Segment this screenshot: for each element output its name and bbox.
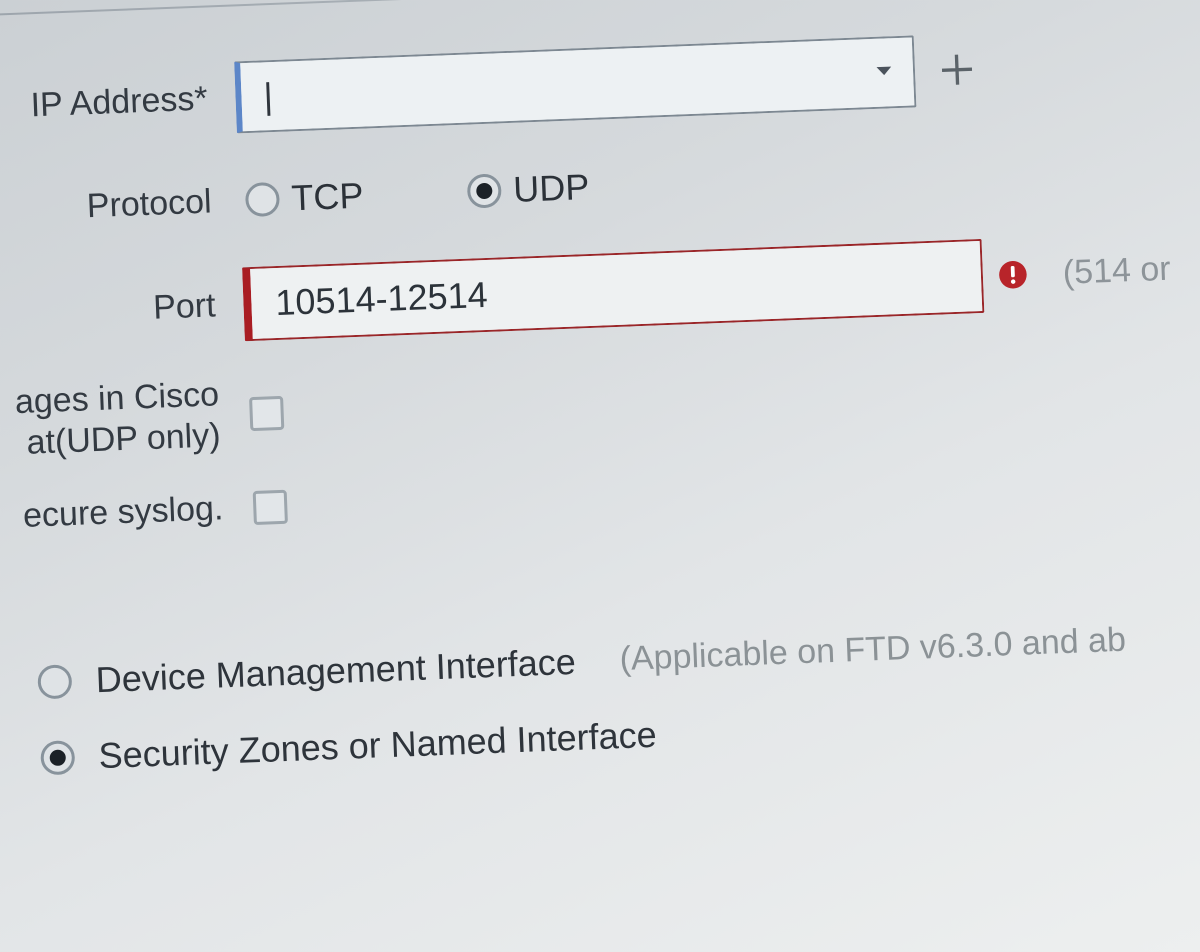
ip-address-value: | [263, 78, 268, 114]
protocol-radio-udp[interactable]: UDP [467, 166, 591, 213]
secure-syslog-checkbox[interactable] [253, 489, 288, 524]
radio-icon [467, 173, 502, 208]
ip-address-dropdown[interactable]: | [234, 35, 916, 133]
radio-icon [40, 740, 75, 775]
protocol-radio-tcp[interactable]: TCP [245, 175, 365, 221]
port-hint: (514 or [1062, 249, 1171, 292]
secure-syslog-label: ecure syslog. [0, 487, 252, 541]
ip-address-label: IP Address* [0, 77, 236, 131]
port-row: Port (514 or [0, 227, 1200, 355]
section-title: Server [0, 0, 1200, 4]
interface-selection: Device Management Interface (Applicable … [37, 612, 1200, 779]
divider [0, 0, 1200, 20]
cisco-format-label: ages in Cisco at(UDP only) [0, 373, 249, 468]
device-mgmt-label: Device Management Interface [95, 640, 577, 700]
device-mgmt-hint: (Applicable on FTD v6.3.0 and ab [619, 621, 1127, 679]
security-zones-label: Security Zones or Named Interface [98, 713, 657, 776]
port-label: Port [0, 284, 244, 338]
interface-radio-security-zones[interactable]: Security Zones or Named Interface [40, 688, 1200, 779]
port-input[interactable] [242, 239, 984, 341]
protocol-label: Protocol [0, 180, 240, 234]
radio-icon [245, 182, 280, 217]
protocol-tcp-label: TCP [291, 175, 365, 220]
chevron-down-icon [873, 59, 896, 87]
ip-address-row: IP Address* | [0, 21, 1200, 147]
protocol-row: Protocol TCP UDP [0, 125, 1200, 249]
protocol-udp-label: UDP [512, 166, 590, 211]
add-button[interactable] [928, 41, 986, 99]
interface-radio-device-mgmt[interactable]: Device Management Interface (Applicable … [37, 612, 1200, 703]
cisco-format-checkbox[interactable] [249, 396, 284, 431]
error-icon [996, 258, 1029, 291]
radio-icon [37, 664, 72, 699]
